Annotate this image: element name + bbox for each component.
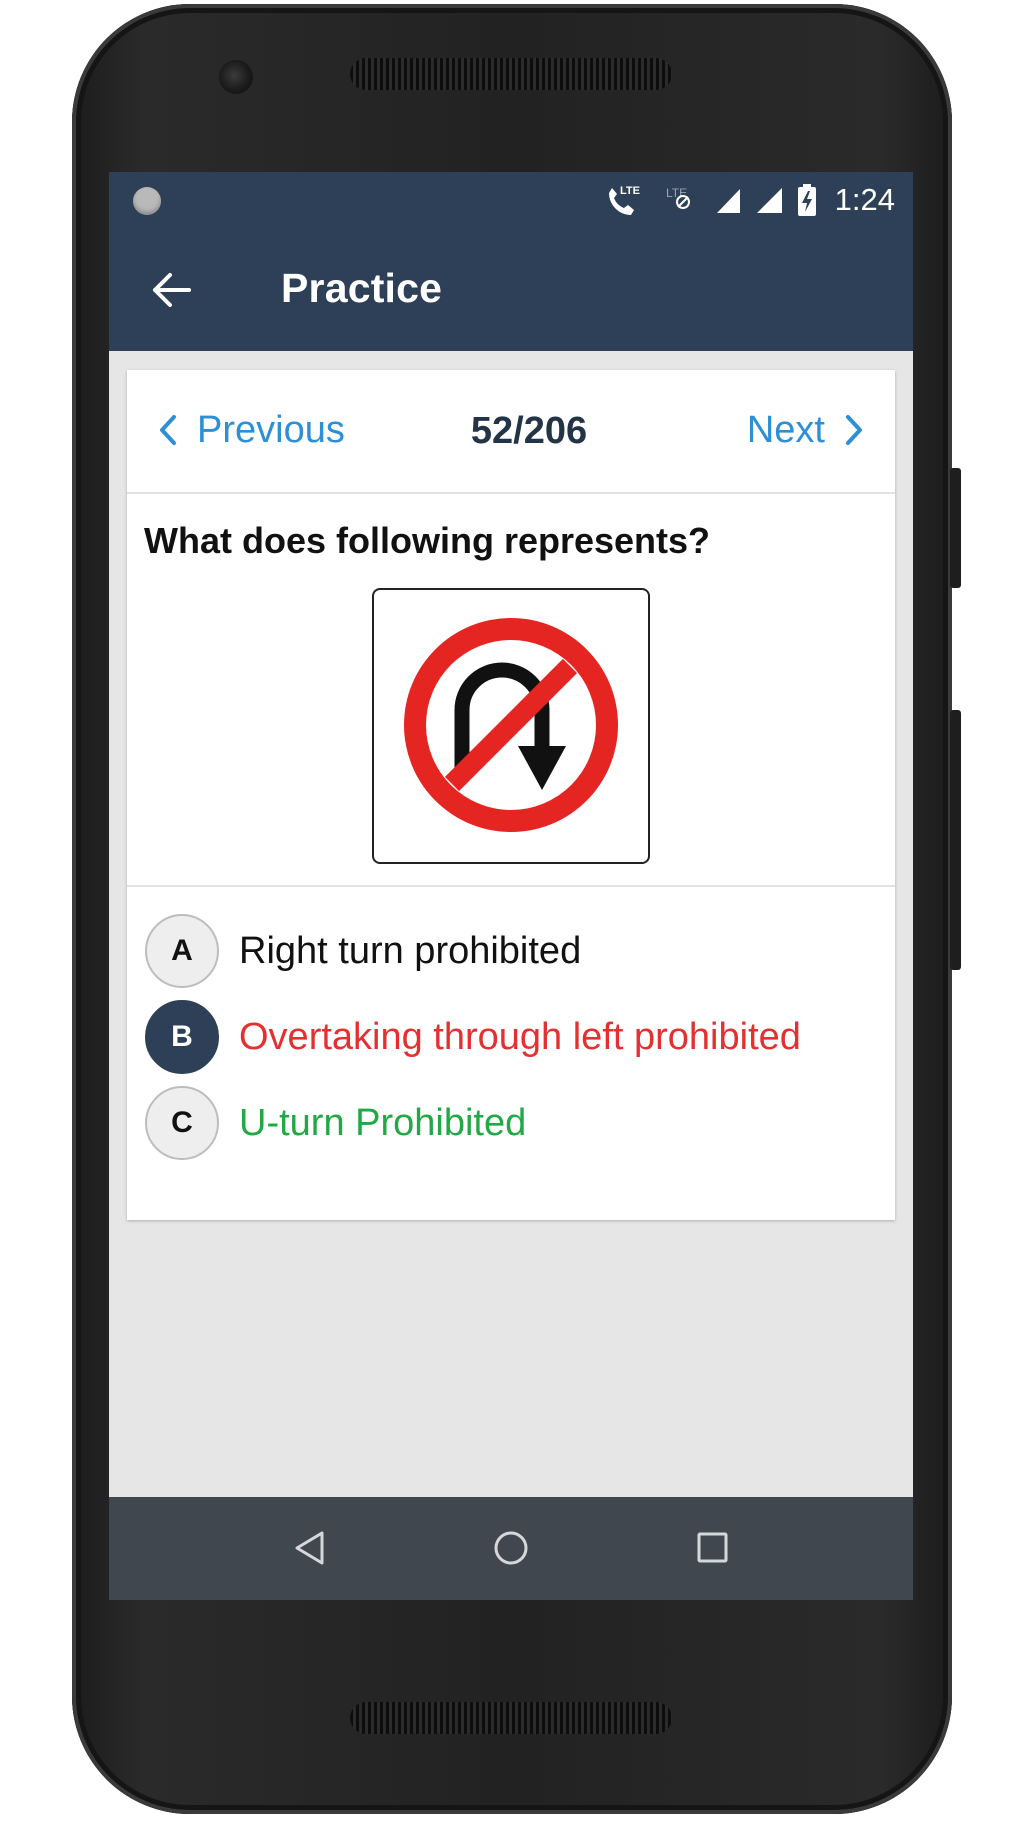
signal-icon: [716, 189, 740, 213]
battery-charging-icon: [797, 184, 816, 216]
option-text: Right turn prohibited: [239, 929, 582, 972]
option-letter: A: [145, 914, 219, 988]
phone-screen: LTE LTE 1:24 Practice Previous 52/206 Ne…: [109, 172, 913, 1600]
next-button[interactable]: Next: [747, 402, 865, 458]
status-bar: LTE LTE 1:24: [109, 172, 913, 227]
recents-square-icon[interactable]: [694, 1529, 730, 1567]
app-bar: Practice: [109, 227, 913, 351]
question-image: [372, 588, 650, 864]
lte-data-icon: LTE: [666, 186, 690, 209]
next-label: Next: [746, 408, 825, 451]
volume-button: [950, 468, 961, 588]
status-icons: LTE LTE 1:24: [605, 182, 895, 218]
divider: [127, 885, 895, 887]
option-b[interactable]: B Overtaking through left prohibited: [145, 998, 801, 1076]
svg-text:LTE: LTE: [666, 186, 687, 200]
option-c[interactable]: C U-turn Prohibited: [145, 1084, 526, 1162]
arrow-left-icon[interactable]: [149, 267, 195, 313]
lte-call-icon: LTE: [608, 185, 640, 215]
question-card: Previous 52/206 Next What does following…: [127, 370, 895, 1220]
svg-text:LTE: LTE: [620, 185, 640, 197]
question-text: What does following represents?: [144, 520, 711, 561]
back-triangle-icon[interactable]: [292, 1529, 326, 1567]
power-button: [950, 710, 961, 970]
no-u-turn-sign-icon: [404, 618, 618, 832]
clock: 1:24: [834, 182, 895, 217]
option-letter: B: [145, 1000, 219, 1074]
option-letter: C: [145, 1086, 219, 1160]
page-title: Practice: [281, 265, 443, 311]
question-nav: Previous 52/206 Next: [127, 370, 895, 494]
option-a[interactable]: A Right turn prohibited: [145, 912, 581, 990]
bottom-speaker: [350, 1702, 672, 1734]
earpiece-speaker: [350, 58, 672, 90]
signal-icon: [756, 188, 782, 213]
chevron-right-icon: [846, 415, 862, 445]
option-text: Overtaking through left prohibited: [239, 1015, 801, 1058]
home-circle-icon[interactable]: [491, 1529, 531, 1569]
front-camera: [219, 60, 253, 94]
option-text: U-turn Prohibited: [239, 1101, 527, 1144]
system-nav-bar: [109, 1497, 913, 1600]
notification-dot-icon: [133, 187, 161, 215]
